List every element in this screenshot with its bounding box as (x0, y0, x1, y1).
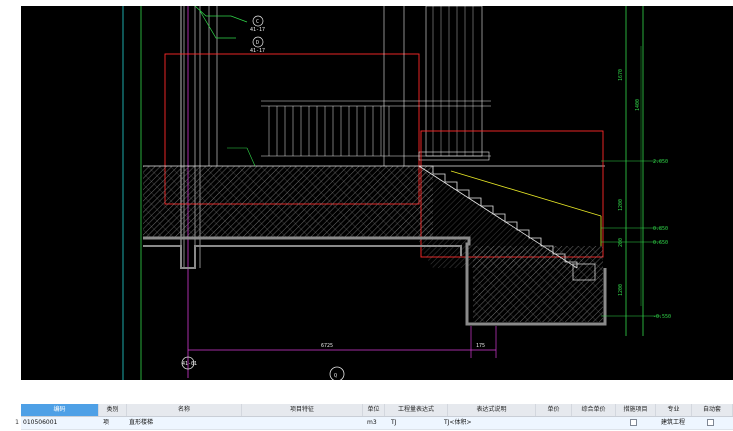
column-header-code[interactable]: 编码 (21, 404, 99, 416)
dim-text: 1670 (618, 69, 624, 81)
level-text: 0.650 (653, 240, 668, 246)
cell-major[interactable]: 建筑工程 (659, 417, 695, 429)
annotation-line (246, 147, 256, 167)
cell-price[interactable] (536, 417, 572, 429)
cell-composite-price[interactable] (572, 417, 616, 429)
cad-drawing: C 41-17 D 41-17 1670 1400 1200 200 1200 … (122, 6, 671, 380)
column-header-expression-desc[interactable]: 表达式说明 (448, 404, 536, 416)
dim-text: 1400 (635, 99, 641, 111)
dim-text: 175 (476, 343, 485, 349)
table-row[interactable]: 010506001 项 直形楼梯 m3 TJ TJ<体积> 建筑工程 (21, 417, 733, 430)
dim-text: 1200 (618, 199, 624, 211)
dim-text: 200 (618, 238, 624, 247)
cell-expression[interactable]: TJ (389, 417, 448, 429)
axis-sublabel: 41-17 (250, 27, 265, 33)
cad-drawing-canvas[interactable]: C 41-17 D 41-17 1670 1400 1200 200 1200 … (21, 6, 733, 380)
axis-label: 41-01 (182, 361, 197, 367)
foundation-hatch (473, 246, 603, 322)
pilaster (425, 6, 483, 157)
axis-sublabel: 41-17 (250, 48, 265, 54)
cell-category[interactable]: 项 (101, 417, 127, 429)
column-header-price[interactable]: 单价 (536, 404, 572, 416)
column-header-composite-price[interactable]: 综合单价 (572, 404, 616, 416)
column-header-measure[interactable]: 措施项目 (616, 404, 656, 416)
cell-unit[interactable]: m3 (365, 417, 385, 429)
column-header-feature[interactable]: 项目特征 (242, 404, 363, 416)
cell-expression-desc[interactable]: TJ<体积> (442, 417, 536, 429)
leader-line (194, 6, 248, 23)
level-text: 0.850 (653, 226, 668, 232)
level-text: 2.050 (653, 159, 668, 165)
auto-checkbox[interactable] (707, 419, 714, 426)
dim-text: 6725 (321, 343, 333, 349)
column-header-expression[interactable]: 工程量表达式 (385, 404, 448, 416)
bill-of-quantities-grid: 编码 类别 名称 项目特征 单位 工程量表达式 表达式说明 单价 综合单价 措施… (15, 404, 733, 431)
row-number: 1 (15, 419, 19, 426)
column-header-auto[interactable]: 自动套 (692, 404, 733, 416)
cell-code[interactable]: 010506001 (21, 417, 99, 429)
dim-text: 1200 (618, 284, 624, 296)
grid-header: 编码 类别 名称 项目特征 单位 工程量表达式 表达式说明 单价 综合单价 措施… (21, 404, 733, 417)
column-header-category[interactable]: 类别 (99, 404, 127, 416)
column-header-name[interactable]: 名称 (127, 404, 242, 416)
slab-outline (143, 245, 462, 269)
level-text: -0.550 (653, 314, 671, 320)
column-header-unit[interactable]: 单位 (363, 404, 385, 416)
slab-hatch (143, 166, 433, 238)
cell-feature[interactable] (242, 417, 363, 429)
balusters (268, 106, 390, 156)
column-header-major[interactable]: 专业 (656, 404, 692, 416)
axis-label: Q (334, 373, 337, 379)
cell-name[interactable]: 直形楼梯 (127, 417, 242, 429)
axis-label: C (256, 19, 259, 25)
pilaster-flutes (432, 6, 474, 156)
axis-label: D (256, 40, 259, 46)
measure-checkbox[interactable] (630, 419, 637, 426)
